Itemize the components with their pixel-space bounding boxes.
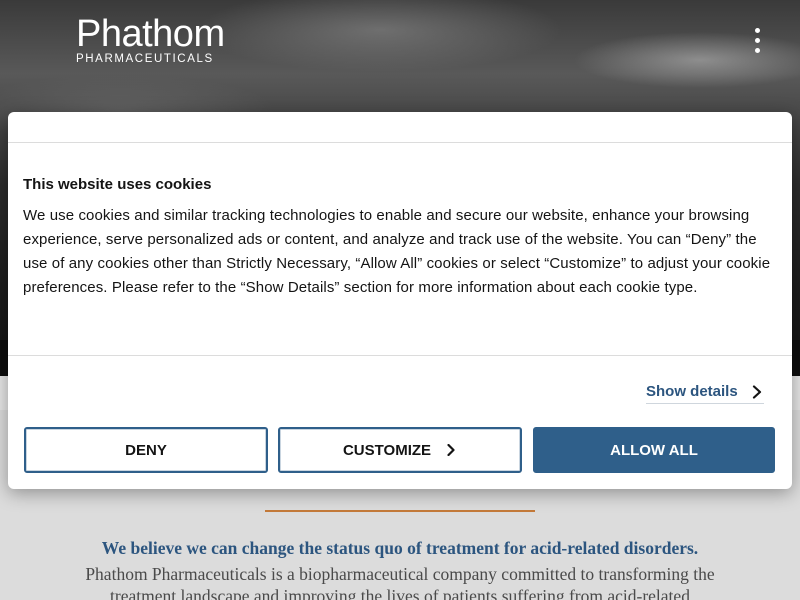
allow-all-button[interactable]: ALLOW ALL <box>533 427 775 473</box>
customize-button[interactable]: CUSTOMIZE <box>278 427 522 473</box>
dialog-divider <box>8 355 792 356</box>
show-details-label: Show details <box>646 383 738 400</box>
chevron-right-icon <box>752 384 762 399</box>
logo-subtitle: PHARMACEUTICALS <box>76 53 214 65</box>
accent-divider <box>265 510 535 512</box>
mission-body: Phathom Pharmaceuticals is a biopharmace… <box>85 564 715 600</box>
dialog-divider <box>8 142 792 143</box>
customize-button-label: CUSTOMIZE <box>342 441 432 459</box>
cookie-dialog-title: This website uses cookies <box>23 176 212 193</box>
logo-name: Phathom <box>76 13 225 55</box>
chevron-right-icon <box>447 444 455 456</box>
cookie-consent-dialog: This website uses cookies We use cookies… <box>8 112 792 489</box>
menu-dot <box>755 38 760 43</box>
allow-all-button-label: ALLOW ALL <box>610 441 698 459</box>
menu-dot <box>755 48 760 53</box>
cookie-dialog-text: We use cookies and similar tracking tech… <box>23 207 771 296</box>
kebab-menu-icon[interactable] <box>750 26 766 56</box>
deny-button-label: DENY <box>125 441 167 459</box>
menu-dot <box>755 28 760 33</box>
deny-button[interactable]: DENY <box>24 427 268 473</box>
site-logo[interactable]: Phathom PHARMACEUTICALS <box>76 14 225 65</box>
show-details-link[interactable]: Show details <box>646 380 764 404</box>
mission-title: We believe we can change the status quo … <box>101 538 699 558</box>
